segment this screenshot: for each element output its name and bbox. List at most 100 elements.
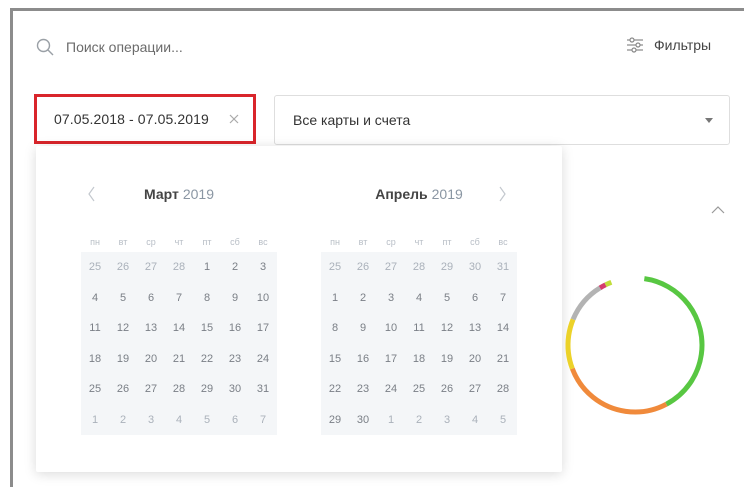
calendar-day[interactable]: 11 bbox=[81, 313, 109, 344]
weekday-label: пн bbox=[330, 237, 340, 247]
calendar-day[interactable]: 29 bbox=[193, 374, 221, 405]
calendar-day[interactable]: 17 bbox=[377, 344, 405, 375]
calendar-day[interactable]: 27 bbox=[461, 374, 489, 405]
calendar-day[interactable]: 12 bbox=[109, 313, 137, 344]
donut-segment bbox=[565, 275, 705, 415]
close-icon[interactable] bbox=[227, 112, 241, 126]
calendar-day[interactable]: 10 bbox=[249, 283, 277, 314]
calendar-day[interactable]: 2 bbox=[221, 252, 249, 283]
calendar-day[interactable]: 18 bbox=[81, 344, 109, 375]
calendar-day-outside[interactable]: 27 bbox=[137, 252, 165, 283]
calendar-day[interactable]: 24 bbox=[249, 344, 277, 375]
weekday-label: ср bbox=[386, 237, 396, 247]
calendar-day[interactable]: 25 bbox=[81, 374, 109, 405]
calendar-day[interactable]: 29 bbox=[321, 405, 349, 436]
calendar-day-outside[interactable]: 28 bbox=[405, 252, 433, 283]
calendar-day-outside[interactable]: 7 bbox=[249, 405, 277, 436]
calendar-day[interactable]: 20 bbox=[137, 344, 165, 375]
weekday-label: вт bbox=[358, 237, 368, 247]
calendar-day-outside[interactable]: 4 bbox=[461, 405, 489, 436]
calendar-day[interactable]: 14 bbox=[165, 313, 193, 344]
calendar-day[interactable]: 30 bbox=[221, 374, 249, 405]
calendar-day[interactable]: 27 bbox=[137, 374, 165, 405]
calendar-day[interactable]: 3 bbox=[377, 283, 405, 314]
calendar-day[interactable]: 30 bbox=[349, 405, 377, 436]
date-range-field[interactable]: 07.05.2018 - 07.05.2019 bbox=[34, 94, 256, 144]
calendar-day[interactable]: 17 bbox=[249, 313, 277, 344]
calendar-day[interactable]: 1 bbox=[321, 283, 349, 314]
calendar-day-outside[interactable]: 1 bbox=[377, 405, 405, 436]
calendar-day[interactable]: 8 bbox=[321, 313, 349, 344]
chevron-up-icon[interactable] bbox=[710, 204, 726, 216]
calendar-day[interactable]: 9 bbox=[349, 313, 377, 344]
calendar-day[interactable]: 22 bbox=[321, 374, 349, 405]
calendar-day[interactable]: 19 bbox=[433, 344, 461, 375]
calendar-day-outside[interactable]: 2 bbox=[405, 405, 433, 436]
calendar-day[interactable]: 9 bbox=[221, 283, 249, 314]
calendar-day-outside[interactable]: 26 bbox=[349, 252, 377, 283]
calendar-day[interactable]: 4 bbox=[405, 283, 433, 314]
calendar-day-outside[interactable]: 5 bbox=[193, 405, 221, 436]
calendar-day-outside[interactable]: 25 bbox=[81, 252, 109, 283]
calendar-day[interactable]: 15 bbox=[193, 313, 221, 344]
calendar-day-outside[interactable]: 2 bbox=[109, 405, 137, 436]
donut-segment bbox=[565, 275, 705, 415]
cards-accounts-select[interactable]: Все карты и счета bbox=[274, 95, 730, 145]
calendar-day-outside[interactable]: 29 bbox=[433, 252, 461, 283]
calendar-day-outside[interactable]: 30 bbox=[461, 252, 489, 283]
chevron-right-icon[interactable] bbox=[495, 182, 509, 206]
calendar-day[interactable]: 13 bbox=[137, 313, 165, 344]
calendar-day[interactable]: 4 bbox=[81, 283, 109, 314]
calendar-day[interactable]: 7 bbox=[165, 283, 193, 314]
calendar-day[interactable]: 12 bbox=[433, 313, 461, 344]
calendar-day[interactable]: 11 bbox=[405, 313, 433, 344]
calendar-day[interactable]: 21 bbox=[489, 344, 517, 375]
calendar-day[interactable]: 8 bbox=[193, 283, 221, 314]
calendar-day[interactable]: 6 bbox=[461, 283, 489, 314]
calendar-day-outside[interactable]: 26 bbox=[109, 252, 137, 283]
calendar-day-outside[interactable]: 27 bbox=[377, 252, 405, 283]
calendar-day[interactable]: 3 bbox=[249, 252, 277, 283]
calendar-month-left: Март 2019 пн вт ср чт пт сб вс 25 26 27 28 1 2 3 4 5 6 7… bbox=[81, 182, 277, 435]
calendar-day-outside[interactable]: 4 bbox=[165, 405, 193, 436]
calendar-day[interactable]: 19 bbox=[109, 344, 137, 375]
calendar-day[interactable]: 31 bbox=[249, 374, 277, 405]
search-input[interactable] bbox=[66, 39, 406, 55]
calendar-day[interactable]: 24 bbox=[377, 374, 405, 405]
calendar-day[interactable]: 26 bbox=[109, 374, 137, 405]
calendar-day[interactable]: 16 bbox=[349, 344, 377, 375]
calendar-day[interactable]: 13 bbox=[461, 313, 489, 344]
calendar-day-outside[interactable]: 6 bbox=[221, 405, 249, 436]
calendar-day-outside[interactable]: 31 bbox=[489, 252, 517, 283]
filters-button[interactable]: Фильтры bbox=[626, 36, 711, 54]
calendar-day[interactable]: 22 bbox=[193, 344, 221, 375]
calendar-day[interactable]: 23 bbox=[349, 374, 377, 405]
calendar-day[interactable]: 5 bbox=[433, 283, 461, 314]
calendar-day[interactable]: 20 bbox=[461, 344, 489, 375]
donut-segment bbox=[565, 275, 705, 415]
weekday-row-left: пн вт ср чт пт сб вс bbox=[81, 236, 277, 248]
calendar-day[interactable]: 28 bbox=[165, 374, 193, 405]
calendar-day[interactable]: 6 bbox=[137, 283, 165, 314]
calendar-day-outside[interactable]: 5 bbox=[489, 405, 517, 436]
calendar-day-outside[interactable]: 25 bbox=[321, 252, 349, 283]
calendar-day-outside[interactable]: 1 bbox=[81, 405, 109, 436]
calendar-day[interactable]: 2 bbox=[349, 283, 377, 314]
calendar-day[interactable]: 25 bbox=[405, 374, 433, 405]
calendar-day[interactable]: 18 bbox=[405, 344, 433, 375]
calendar-day-outside[interactable]: 28 bbox=[165, 252, 193, 283]
calendar-day[interactable]: 28 bbox=[489, 374, 517, 405]
calendar-day[interactable]: 15 bbox=[321, 344, 349, 375]
calendar-day[interactable]: 10 bbox=[377, 313, 405, 344]
calendar-day[interactable]: 16 bbox=[221, 313, 249, 344]
calendar-day[interactable]: 7 bbox=[489, 283, 517, 314]
calendar-day[interactable]: 1 bbox=[193, 252, 221, 283]
calendar-day[interactable]: 26 bbox=[433, 374, 461, 405]
calendar-day-outside[interactable]: 3 bbox=[137, 405, 165, 436]
calendar-day[interactable]: 23 bbox=[221, 344, 249, 375]
calendar-day[interactable]: 14 bbox=[489, 313, 517, 344]
calendar-day-outside[interactable]: 3 bbox=[433, 405, 461, 436]
calendar-day[interactable]: 21 bbox=[165, 344, 193, 375]
calendar-day[interactable]: 5 bbox=[109, 283, 137, 314]
chevron-left-icon[interactable] bbox=[85, 182, 99, 206]
